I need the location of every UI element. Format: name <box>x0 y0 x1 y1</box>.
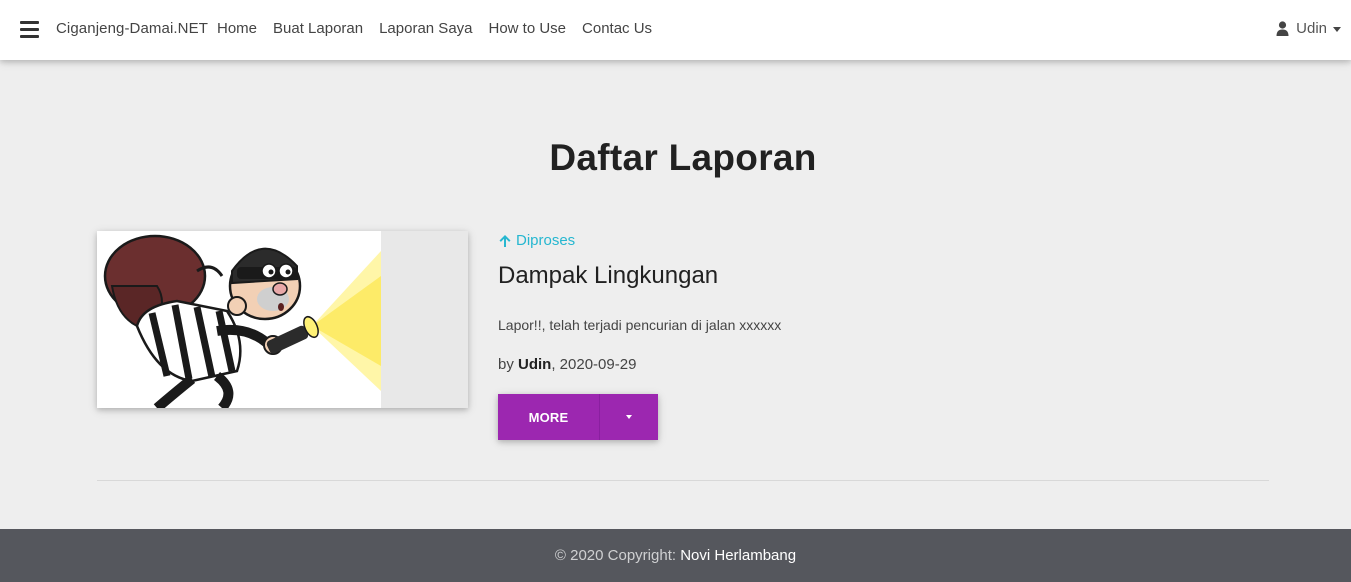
more-button-group: MORE <box>498 394 658 440</box>
top-navbar: Ciganjeng-Damai.NET Home Buat Laporan La… <box>0 0 1351 60</box>
nav-laporan-saya[interactable]: Laporan Saya <box>379 20 472 37</box>
more-dropdown-toggle[interactable] <box>600 394 658 440</box>
more-button[interactable]: MORE <box>498 394 600 440</box>
nav-contact-us[interactable]: Contac Us <box>582 20 652 37</box>
nav-links: Home Buat Laporan Laporan Saya How to Us… <box>217 20 668 37</box>
caret-down-icon <box>626 415 632 419</box>
copyright-text: © 2020 Copyright: <box>554 547 681 564</box>
nav-buat-laporan[interactable]: Buat Laporan <box>273 20 363 37</box>
report-title[interactable]: Dampak Lingkungan <box>498 262 718 290</box>
report-excerpt: Lapor!!, telah terjadi pencurian di jala… <box>498 317 782 333</box>
user-name: Udin <box>1296 20 1327 37</box>
report-date: , 2020-09-29 <box>551 356 637 373</box>
report-author[interactable]: Udin <box>518 356 551 373</box>
brand-logo-text[interactable]: Ciganjeng-Damai.NET <box>56 20 208 37</box>
menu-icon[interactable] <box>20 21 39 38</box>
report-meta: by Udin, 2020-09-29 <box>498 356 636 373</box>
divider <box>97 480 1269 481</box>
status-badge: Diproses <box>498 232 575 249</box>
by-label: by <box>498 356 514 373</box>
nav-home[interactable]: Home <box>217 20 257 37</box>
footer-copyright: © 2020 Copyright: Novi Herlambang <box>555 547 796 564</box>
status-text: Diproses <box>516 232 576 249</box>
nav-how-to-use[interactable]: How to Use <box>489 20 567 37</box>
footer: © 2020 Copyright: Novi Herlambang <box>0 529 1351 582</box>
report-image[interactable] <box>97 231 468 408</box>
chevron-down-icon <box>1333 27 1341 32</box>
page-title: Daftar Laporan <box>549 137 817 178</box>
thief-illustration <box>103 234 381 408</box>
footer-author-link[interactable]: Novi Herlambang <box>680 547 796 564</box>
user-icon <box>1276 21 1289 36</box>
arrow-up-icon <box>499 234 511 247</box>
user-dropdown[interactable]: Udin <box>1276 20 1341 37</box>
